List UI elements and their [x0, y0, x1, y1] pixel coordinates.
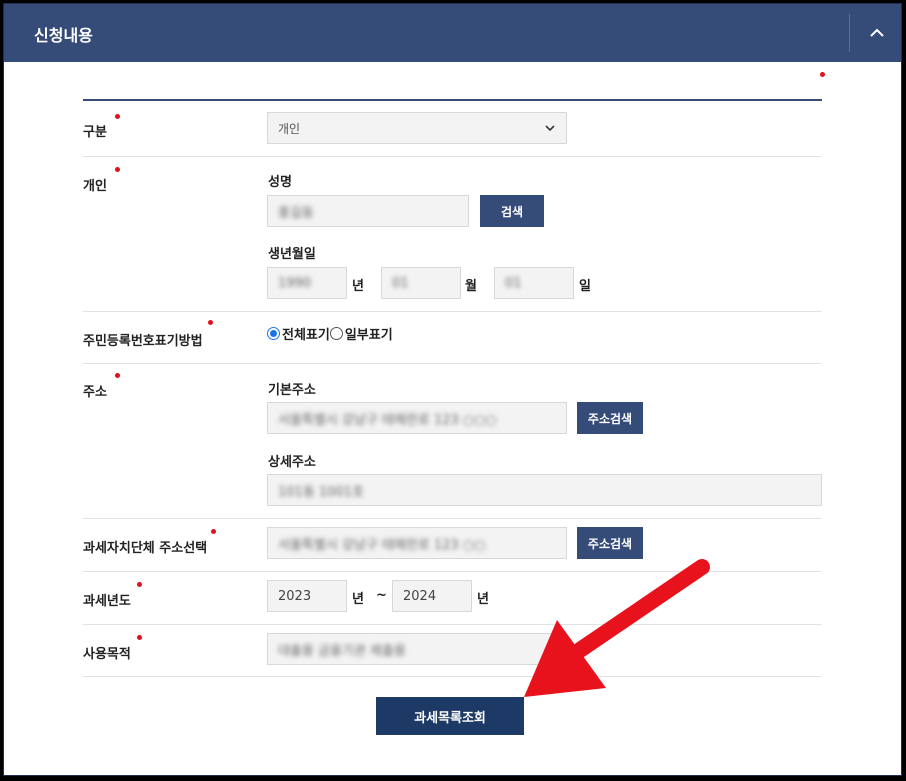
rrn-label: 주민등록번호표기방법	[83, 334, 203, 349]
tax-year-from-unit: 년	[352, 592, 364, 607]
rrn-option-partial-label: 일부표기	[344, 328, 393, 343]
required-indicator	[208, 320, 213, 325]
tax-region-search-button[interactable]: 주소검색	[577, 527, 643, 559]
tax-year-from-input[interactable]: 2023	[267, 580, 347, 612]
section-header: 신청내용	[4, 4, 901, 62]
birth-label: 생년월일	[268, 247, 316, 262]
required-indicator	[115, 373, 120, 378]
tax-year-label: 과세년도	[83, 594, 131, 609]
form-top-border	[83, 99, 822, 101]
row-divider	[83, 363, 822, 364]
tax-region-input[interactable]: 서울특별시 강남구 테헤란로 123 ○○	[267, 527, 567, 559]
tax-year-to-value: 2024	[403, 588, 437, 604]
radio-unchecked-icon	[329, 327, 343, 340]
name-value: 홍길동	[278, 205, 314, 221]
rrn-radio-group: 전체표기 일부표기	[267, 324, 393, 343]
birth-year-input[interactable]: 1990	[267, 267, 347, 299]
address-label: 주소	[83, 385, 107, 400]
year-unit: 년	[352, 279, 364, 294]
tax-year-from-value: 2023	[278, 588, 312, 604]
address-search-button[interactable]: 주소검색	[577, 402, 643, 434]
personal-label: 개인	[83, 179, 107, 194]
detail-address-input[interactable]: 101동 1001호	[267, 474, 822, 506]
row-divider	[83, 311, 822, 312]
birth-month-value: 01	[392, 275, 409, 291]
birth-day-value: 01	[505, 275, 522, 291]
purpose-label: 사용목적	[83, 647, 131, 662]
required-indicator	[211, 529, 216, 534]
tax-year-tilde: ~	[376, 588, 387, 603]
tax-year-to-unit: 년	[477, 592, 489, 607]
name-label: 성명	[268, 175, 292, 190]
tax-list-search-button[interactable]: 과세목록조회	[376, 697, 524, 735]
detail-address-value: 101동 1001호	[278, 484, 364, 500]
tax-region-label: 과세자치단체 주소선택	[83, 541, 208, 556]
row-divider	[83, 156, 822, 157]
gubun-label: 구분	[83, 125, 107, 140]
name-search-button[interactable]: 검색	[480, 195, 544, 227]
tax-year-to-input[interactable]: 2024	[392, 580, 472, 612]
basic-address-value: 서울특별시 강남구 테헤란로 123 ○○○	[278, 412, 497, 428]
day-unit: 일	[579, 279, 591, 294]
detail-address-label: 상세주소	[268, 455, 316, 470]
required-indicator	[115, 114, 120, 119]
name-input[interactable]: 홍길동	[267, 195, 469, 227]
radio-checked-icon	[267, 327, 280, 340]
birth-month-input[interactable]: 01	[381, 267, 461, 299]
rrn-option-partial[interactable]: 일부표기	[329, 324, 393, 343]
chevron-down-icon	[545, 125, 555, 132]
row-divider	[83, 624, 822, 625]
purpose-input[interactable]: 대출용 금융기관 제출용	[267, 633, 567, 665]
birth-day-input[interactable]: 01	[494, 267, 574, 299]
collapse-button[interactable]	[860, 16, 894, 50]
rrn-option-full-label: 전체표기	[282, 328, 330, 343]
section-title: 신청내용	[34, 26, 93, 45]
purpose-value: 대출용 금융기관 제출용	[278, 643, 406, 659]
month-unit: 월	[465, 279, 477, 294]
basic-address-label: 기본주소	[268, 383, 316, 398]
required-indicator	[137, 635, 142, 640]
required-indicator	[820, 72, 825, 77]
tax-region-value: 서울특별시 강남구 테헤란로 123 ○○	[278, 537, 486, 553]
chevron-up-icon	[870, 28, 884, 37]
header-divider	[849, 14, 850, 52]
required-indicator	[137, 582, 142, 587]
row-divider	[83, 571, 822, 572]
basic-address-input[interactable]: 서울특별시 강남구 테헤란로 123 ○○○	[267, 402, 567, 434]
required-indicator	[115, 167, 120, 172]
rrn-option-full[interactable]: 전체표기	[267, 324, 330, 343]
gubun-selected-value: 개인	[278, 121, 301, 136]
gubun-select[interactable]: 개인	[267, 112, 567, 144]
row-divider	[83, 518, 822, 519]
birth-year-value: 1990	[278, 275, 312, 291]
row-divider	[83, 676, 822, 677]
